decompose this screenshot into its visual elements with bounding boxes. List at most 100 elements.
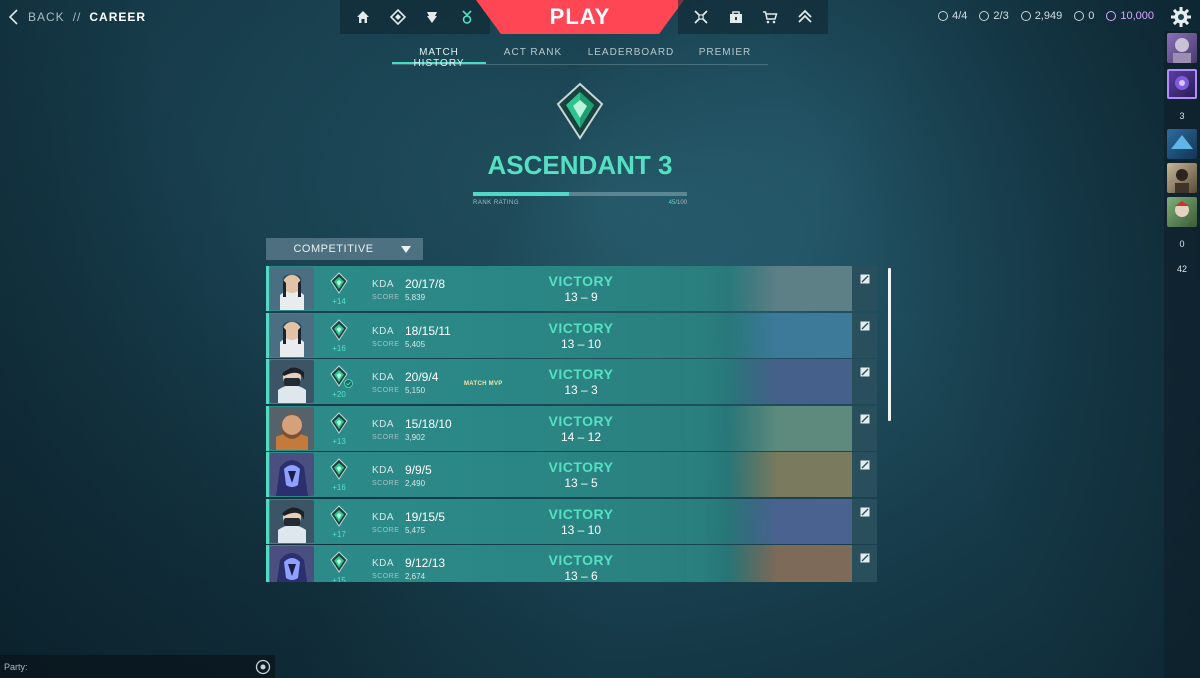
match-result-accent [266, 405, 269, 451]
career-icon[interactable] [457, 7, 477, 27]
kda-value: 18/15/11 [405, 323, 451, 338]
vp-icon [1020, 11, 1031, 21]
store-icon[interactable] [760, 7, 780, 27]
party-label: Party: [4, 661, 28, 672]
match-row[interactable]: +17 KDA 19/15/5 SCORE 5,475 VICTORY 13 –… [266, 498, 877, 544]
friend-avatar-2[interactable] [1167, 129, 1197, 159]
match-result-accent [266, 452, 269, 497]
friend-avatar-4[interactable] [1167, 197, 1197, 227]
vp-balance[interactable]: 2,949 [1020, 10, 1062, 22]
match-details-button[interactable] [852, 545, 877, 582]
map-thumbnail [686, 452, 852, 497]
match-details-button[interactable] [852, 266, 877, 311]
play-button[interactable]: PLAY [476, 0, 684, 34]
match-details-button[interactable] [852, 452, 877, 497]
home-icon[interactable] [353, 7, 373, 27]
ascendant-rank-icon [330, 551, 348, 573]
ascendant-rank-icon [330, 411, 348, 434]
friend-avatar-3[interactable] [1167, 163, 1197, 193]
mission-icon [938, 11, 949, 21]
score-value: 3,902 [405, 432, 426, 442]
expand-icon [860, 507, 869, 516]
kda-value: 15/18/10 [405, 416, 452, 431]
radianite-balance[interactable]: 0 [1074, 10, 1094, 22]
match-details-button[interactable] [852, 498, 877, 544]
tab-act-rank[interactable]: ACT RANK [486, 45, 580, 64]
battlepass-icon[interactable] [691, 7, 711, 27]
match-row[interactable]: +15 KDA 9/12/13 SCORE 2,674 VICTORY 13 –… [266, 545, 877, 582]
match-result: VICTORY [548, 552, 614, 568]
match-details-button[interactable] [852, 359, 877, 404]
ascendant-rank-icon [330, 272, 348, 294]
locker-icon[interactable] [726, 7, 746, 27]
match-row[interactable]: +20 KDA 20/9/4 SCORE 5,150 VICTORY 13 – … [266, 359, 877, 404]
player-avatar[interactable] [1167, 33, 1197, 63]
agents-icon[interactable] [422, 7, 442, 27]
daily-value: 2/3 [993, 10, 1009, 22]
breadcrumb-separator: // [72, 10, 82, 24]
missions-counter[interactable]: 4/4 [938, 10, 967, 22]
collection-icon[interactable] [388, 7, 408, 27]
match-result-accent [266, 545, 269, 582]
score-value: 5,405 [405, 339, 426, 349]
expand-icon [860, 414, 869, 423]
rr-change: +14 [332, 297, 346, 306]
chat-icon[interactable] [255, 659, 271, 675]
match-result-accent [266, 359, 269, 404]
rr-change: +16 [332, 483, 346, 492]
score-value: 5,150 [405, 386, 426, 395]
match-history-list: +14 KDA 20/17/8 SCORE 5,839 VICTORY 13 –… [266, 266, 877, 582]
kingdom-credits-balance[interactable]: 10,000 [1106, 10, 1154, 22]
radianite-value: 0 [1088, 10, 1095, 22]
match-details-button[interactable] [852, 405, 877, 451]
ascendant-rank-icon [330, 504, 348, 527]
breadcrumb-career: CAREER [89, 10, 147, 24]
party-chat-bar[interactable]: Party: [0, 655, 275, 678]
map-thumbnail [686, 405, 852, 451]
nav-right [678, 0, 828, 34]
rank-icon[interactable] [795, 7, 815, 27]
rank-rating-max: /100 [675, 200, 687, 206]
tab-leaderboard[interactable]: LEADERBOARD [580, 45, 682, 64]
round-score: 13 – 9 [564, 290, 598, 304]
kda-label: KDA [372, 511, 395, 523]
back-label: BACK [28, 10, 65, 24]
queue-dropdown[interactable]: COMPETITIVE [266, 238, 423, 260]
ascendant-rank-icon [330, 458, 348, 480]
score-label: SCORE [372, 433, 400, 441]
back-button[interactable]: BACK // CAREER [8, 9, 146, 25]
kda-value: 9/9/5 [405, 463, 432, 477]
rank-rating-label: RANK RATING [473, 200, 520, 206]
match-row[interactable]: +13 KDA 15/18/10 SCORE 3,902 VICTORY 14 … [266, 405, 877, 451]
friend-avatar-1[interactable] [1167, 69, 1197, 99]
score-value: 5,475 [405, 525, 426, 535]
match-result: VICTORY [548, 459, 614, 475]
rank-rating-fill [473, 192, 570, 196]
kda-label: KDA [372, 325, 395, 337]
match-row[interactable]: +16 KDA 9/9/5 SCORE 2,490 VICTORY 13 – 5 [266, 452, 877, 497]
match-result: VICTORY [548, 273, 614, 289]
ascendant-rank-icon [330, 318, 348, 341]
score-value: 2,674 [405, 572, 426, 581]
missions-value: 4/4 [952, 10, 968, 22]
map-thumbnail [686, 498, 852, 544]
match-details-button[interactable] [852, 312, 877, 358]
rank-rating-bar [473, 192, 687, 196]
score-label: SCORE [372, 387, 400, 394]
kda-value: 20/17/8 [405, 277, 446, 291]
tab-premier[interactable]: PREMIER [682, 45, 768, 64]
chevron-left-icon [8, 9, 18, 25]
round-score: 13 – 6 [564, 569, 598, 582]
gear-icon[interactable] [1170, 6, 1192, 28]
match-row[interactable]: +16 KDA 18/15/11 SCORE 5,405 VICTORY 13 … [266, 312, 877, 358]
agent-portrait [270, 453, 314, 496]
daily-counter[interactable]: 2/3 [979, 10, 1009, 22]
kda-value: 19/15/5 [405, 509, 446, 524]
map-thumbnail [686, 545, 852, 582]
match-result: VICTORY [548, 319, 614, 336]
match-list-scrollbar[interactable] [888, 268, 891, 421]
radianite-icon [1074, 11, 1085, 21]
match-row[interactable]: +14 KDA 20/17/8 SCORE 5,839 VICTORY 13 –… [266, 266, 877, 311]
tab-match-history[interactable]: MATCH HISTORY [392, 45, 486, 69]
kda-label: KDA [372, 465, 395, 476]
